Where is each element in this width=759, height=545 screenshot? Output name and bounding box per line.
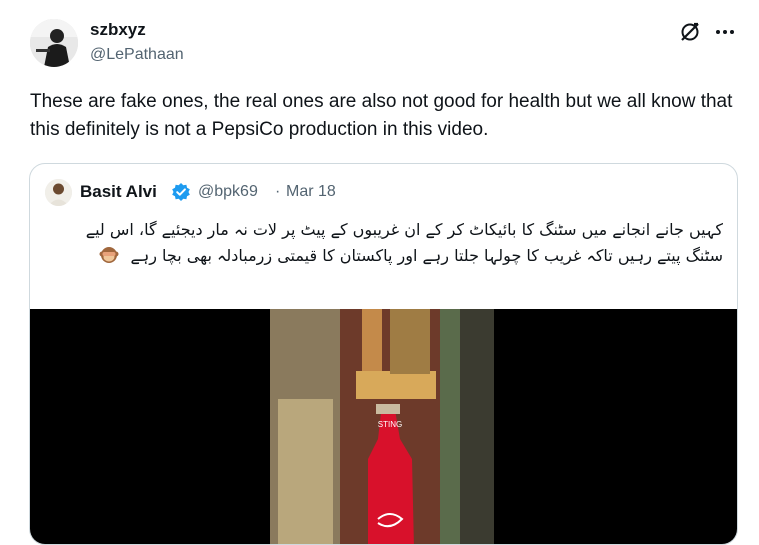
quoted-tweet-date[interactable]: Mar 18 [286, 183, 336, 201]
separator-dot: · [275, 183, 281, 200]
more-options-icon[interactable] [714, 22, 736, 42]
tweet-text: These are fake ones, the real ones are a… [30, 91, 733, 140]
quoted-tweet-card[interactable]: Basit Alvi @bpk69 · Mar 18 کہیں جانے انج… [29, 163, 738, 545]
video-player[interactable]: STING [30, 309, 737, 544]
grok-icon[interactable] [679, 21, 701, 43]
verified-badge-icon [171, 182, 191, 202]
author-avatar[interactable] [30, 19, 78, 67]
quoted-tweet-text: کہیں جانے انجانے میں سٹنگ کا بائیکاٹ کر … [45, 217, 723, 269]
quoted-tweet-text-content: کہیں جانے انجانے میں سٹنگ کا بائیکاٹ کر … [85, 220, 723, 265]
see-no-evil-monkey-emoji [99, 245, 119, 265]
author-display-name[interactable]: szbxyz [90, 20, 146, 40]
author-handle[interactable]: @LePathaan [90, 46, 184, 64]
quoted-author-handle[interactable]: @bpk69 [198, 183, 258, 201]
quoted-author-avatar[interactable] [45, 179, 72, 206]
video-bottle-label: STING [378, 420, 402, 429]
video-frame: STING [270, 309, 494, 544]
quoted-author-name[interactable]: Basit Alvi [80, 182, 157, 202]
